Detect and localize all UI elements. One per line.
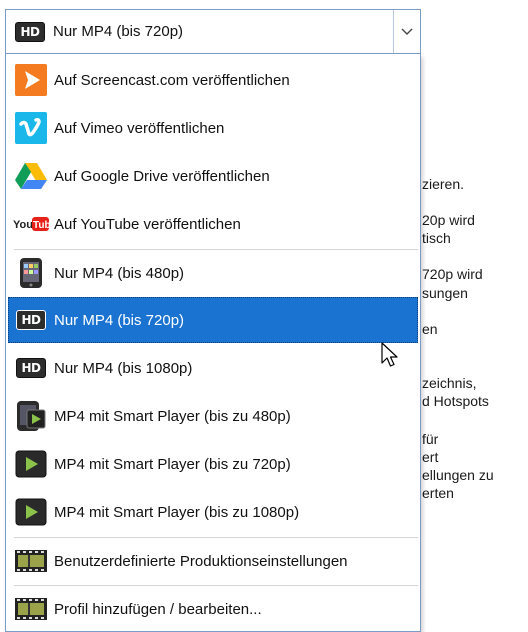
screencast-icon <box>13 62 49 98</box>
list-item-custom-settings[interactable]: Benutzerdefinierte Produktionseinstellun… <box>8 538 418 584</box>
list-item-screencast[interactable]: Auf Screencast.com veröffentlichen <box>8 57 418 103</box>
list-item-edit-profiles[interactable]: Profil hinzufügen / bearbeiten... <box>8 586 418 632</box>
smart-player-phone-icon <box>13 398 49 434</box>
svg-text:You: You <box>13 219 33 231</box>
list-item-label: Benutzerdefinierte Produktionseinstellun… <box>54 552 348 570</box>
bg-text-line: erten <box>422 485 454 501</box>
list-item-label: Auf Google Drive veröffentlichen <box>54 167 270 185</box>
hd-icon: HD <box>13 302 49 338</box>
hd-icon: HD <box>15 21 45 42</box>
chevron-down-icon <box>401 28 413 35</box>
bg-text-line: ert <box>422 449 439 465</box>
list-item-label: Nur MP4 (bis 480p) <box>54 264 185 282</box>
list-item-label: MP4 mit Smart Player (bis zu 720p) <box>54 455 291 473</box>
list-item-mp4-1080[interactable]: HD Nur MP4 (bis 1080p) <box>8 345 418 391</box>
list-item-mp4-480[interactable]: Nur MP4 (bis 480p) <box>8 250 418 296</box>
list-item-label: Profil hinzufügen / bearbeiten... <box>54 600 262 618</box>
list-item-label: MP4 mit Smart Player (bis zu 480p) <box>54 407 291 425</box>
bg-text-line: tisch <box>422 230 451 246</box>
list-item-vimeo[interactable]: Auf Vimeo veröffentlichen <box>8 105 418 151</box>
bg-text-line: zieren. <box>422 176 465 192</box>
vimeo-icon <box>13 110 49 146</box>
bg-text-line: en <box>422 321 438 337</box>
production-profile-combobox[interactable]: HD Nur MP4 (bis 720p) <box>5 9 421 54</box>
list-item-youtube[interactable]: YouTube Auf YouTube veröffentlichen <box>8 201 418 247</box>
film-strip-edit-icon <box>13 591 49 627</box>
list-item-label: Auf YouTube veröffentlichen <box>54 215 241 233</box>
list-item-smart-player-1080[interactable]: MP4 mit Smart Player (bis zu 1080p) <box>8 489 418 535</box>
list-item-google-drive[interactable]: Auf Google Drive veröffentlichen <box>8 153 418 199</box>
youtube-icon: YouTube <box>13 206 49 242</box>
google-drive-icon <box>13 158 49 194</box>
bg-text-line: 20p wird <box>422 212 475 228</box>
bg-text-line: zeichnis, <box>422 375 477 391</box>
hd-icon: HD <box>13 350 49 386</box>
bg-text-line: 720p wird <box>422 266 483 282</box>
phone-icon <box>13 255 49 291</box>
film-strip-icon <box>13 543 49 579</box>
mouse-cursor-icon <box>381 342 398 367</box>
svg-text:Tube: Tube <box>33 220 49 231</box>
list-item-label: MP4 mit Smart Player (bis zu 1080p) <box>54 503 300 521</box>
smart-player-icon <box>13 494 49 530</box>
list-item-label: Auf Screencast.com veröffentlichen <box>54 71 290 89</box>
profile-dropdown-list: Auf Screencast.com veröffentlichen Auf V… <box>5 54 421 632</box>
hd-badge: HD <box>16 358 46 378</box>
list-item-label: Auf Vimeo veröffentlichen <box>54 119 225 137</box>
list-item-label: Nur MP4 (bis 1080p) <box>54 359 193 377</box>
selected-profile-label: Nur MP4 (bis 720p) <box>53 23 184 40</box>
bg-text-line: für <box>422 431 439 447</box>
bg-text-line: sungen <box>422 285 468 301</box>
list-item-smart-player-720[interactable]: MP4 mit Smart Player (bis zu 720p) <box>8 441 418 487</box>
list-item-label: Nur MP4 (bis 720p) <box>54 311 185 329</box>
list-item-smart-player-480[interactable]: MP4 mit Smart Player (bis zu 480p) <box>8 393 418 439</box>
smart-player-icon <box>13 446 49 482</box>
bg-text-line: d Hotspots <box>422 393 489 409</box>
bg-text-line: ellungen zu <box>422 467 494 483</box>
dropdown-toggle-button[interactable] <box>393 10 420 53</box>
hd-badge: HD <box>16 310 46 330</box>
list-item-mp4-720[interactable]: HD Nur MP4 (bis 720p) <box>8 297 418 343</box>
